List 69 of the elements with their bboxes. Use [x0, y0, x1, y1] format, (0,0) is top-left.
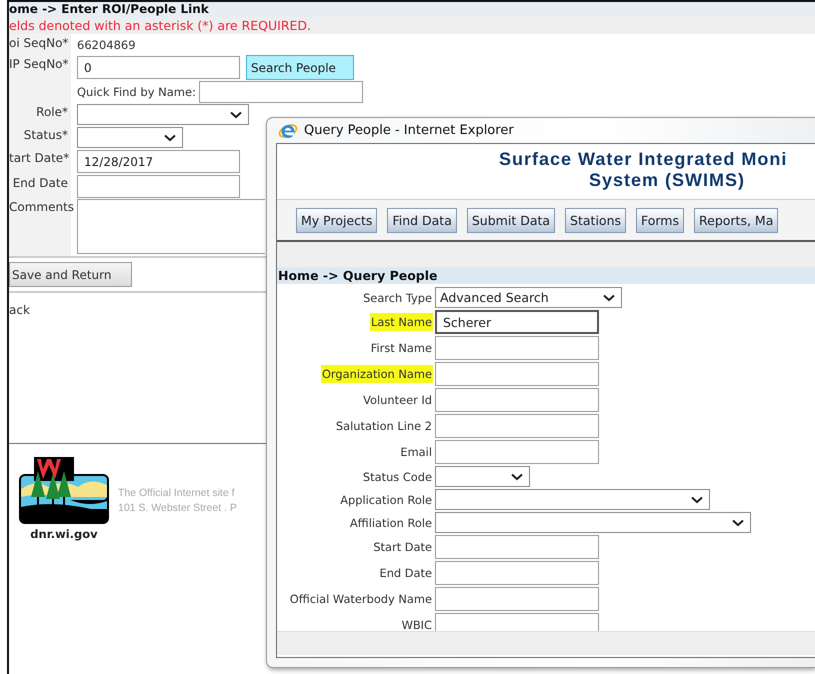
field-label: oi SeqNo* — [9, 36, 68, 50]
logo-icon — [18, 457, 110, 525]
field-label: Official Waterbody Name — [288, 591, 433, 608]
nav-tab[interactable]: My Projects — [296, 208, 378, 233]
window-title: Query People - Internet Explorer — [304, 123, 514, 138]
field-label: End Date — [12, 176, 68, 190]
nav-tab[interactable]: Submit Data — [466, 208, 556, 233]
dropdown[interactable] — [77, 104, 249, 125]
field-label: tart Date* — [9, 151, 70, 165]
footer-text: 101 S. Webster Street . P — [118, 501, 237, 516]
footer-text: The Official Internet site f — [118, 486, 236, 501]
text-field[interactable] — [435, 535, 599, 559]
field-label: Search Type — [362, 290, 433, 306]
field-label: Quick Find by Name: — [77, 84, 196, 98]
text-field[interactable]: 12/28/2017 — [77, 150, 240, 173]
text-field[interactable] — [435, 440, 599, 464]
field-label: End Date — [378, 565, 433, 582]
save-button[interactable]: Save and Return — [9, 262, 132, 287]
field-label: IP SeqNo* — [9, 57, 69, 71]
field-value: 66204869 — [77, 38, 136, 52]
field-label: Email — [399, 444, 433, 461]
field-label: Affiliation Role — [348, 514, 433, 532]
caret-icon — [691, 496, 703, 504]
text-field[interactable]: 0 — [77, 56, 240, 79]
nav-tab[interactable]: Forms — [636, 208, 684, 233]
site-title: Surface Water Integrated Moni — [499, 149, 788, 170]
field-label: WBIC — [400, 617, 433, 631]
text-field[interactable] — [198, 80, 363, 102]
field-label: Role* — [36, 105, 68, 119]
field-label: Application Role — [339, 492, 433, 508]
field-label: Organization Name — [320, 365, 433, 383]
nav-tab[interactable]: Stations — [565, 208, 626, 233]
text-field[interactable] — [435, 336, 599, 360]
dropdown[interactable] — [435, 512, 751, 533]
required-note: elds denoted with an asterisk (*) are REQUIRED. — [9, 17, 815, 34]
dropdown[interactable]: Advanced Search — [435, 287, 622, 308]
text-field[interactable] — [435, 414, 599, 438]
text-field[interactable] — [77, 175, 240, 198]
page-breadcrumb: ome -> Enter ROI/People Link — [9, 2, 210, 17]
logo-caption: dnr.wi.gov — [30, 527, 98, 541]
text-field[interactable] — [435, 362, 599, 386]
text-field[interactable]: Scherer — [435, 310, 599, 334]
field-label: Start Date — [372, 539, 433, 556]
search-button[interactable]: Search People — [246, 55, 354, 80]
back-link[interactable]: ack — [9, 303, 30, 317]
field-label: Status Code — [362, 468, 433, 486]
field-label: Salutation Line 2 — [334, 418, 433, 435]
field-label: Status* — [24, 128, 68, 142]
text-field[interactable] — [435, 388, 599, 412]
caret-icon — [603, 294, 615, 302]
text-field[interactable] — [435, 613, 599, 631]
text-field[interactable] — [435, 561, 599, 585]
site-title: System (SWIMS) — [589, 170, 746, 191]
caret-icon — [511, 472, 523, 480]
caret-icon — [732, 518, 744, 526]
page-breadcrumb: Home -> Query People — [277, 267, 815, 284]
field-label: Last Name — [370, 313, 433, 331]
nav-tab[interactable]: Reports, Ma — [694, 208, 778, 233]
text-area[interactable] — [77, 199, 265, 254]
field-label: First Name — [370, 340, 433, 357]
caret-icon — [164, 134, 176, 142]
dropdown[interactable] — [435, 466, 530, 487]
caret-icon — [230, 110, 242, 118]
text-field[interactable] — [435, 587, 599, 611]
nav-tab[interactable]: Find Data — [387, 208, 457, 233]
dropdown[interactable] — [435, 489, 710, 510]
dropdown[interactable] — [77, 127, 183, 148]
field-label: Comments — [9, 200, 74, 214]
field-label: Volunteer Id — [362, 392, 433, 409]
